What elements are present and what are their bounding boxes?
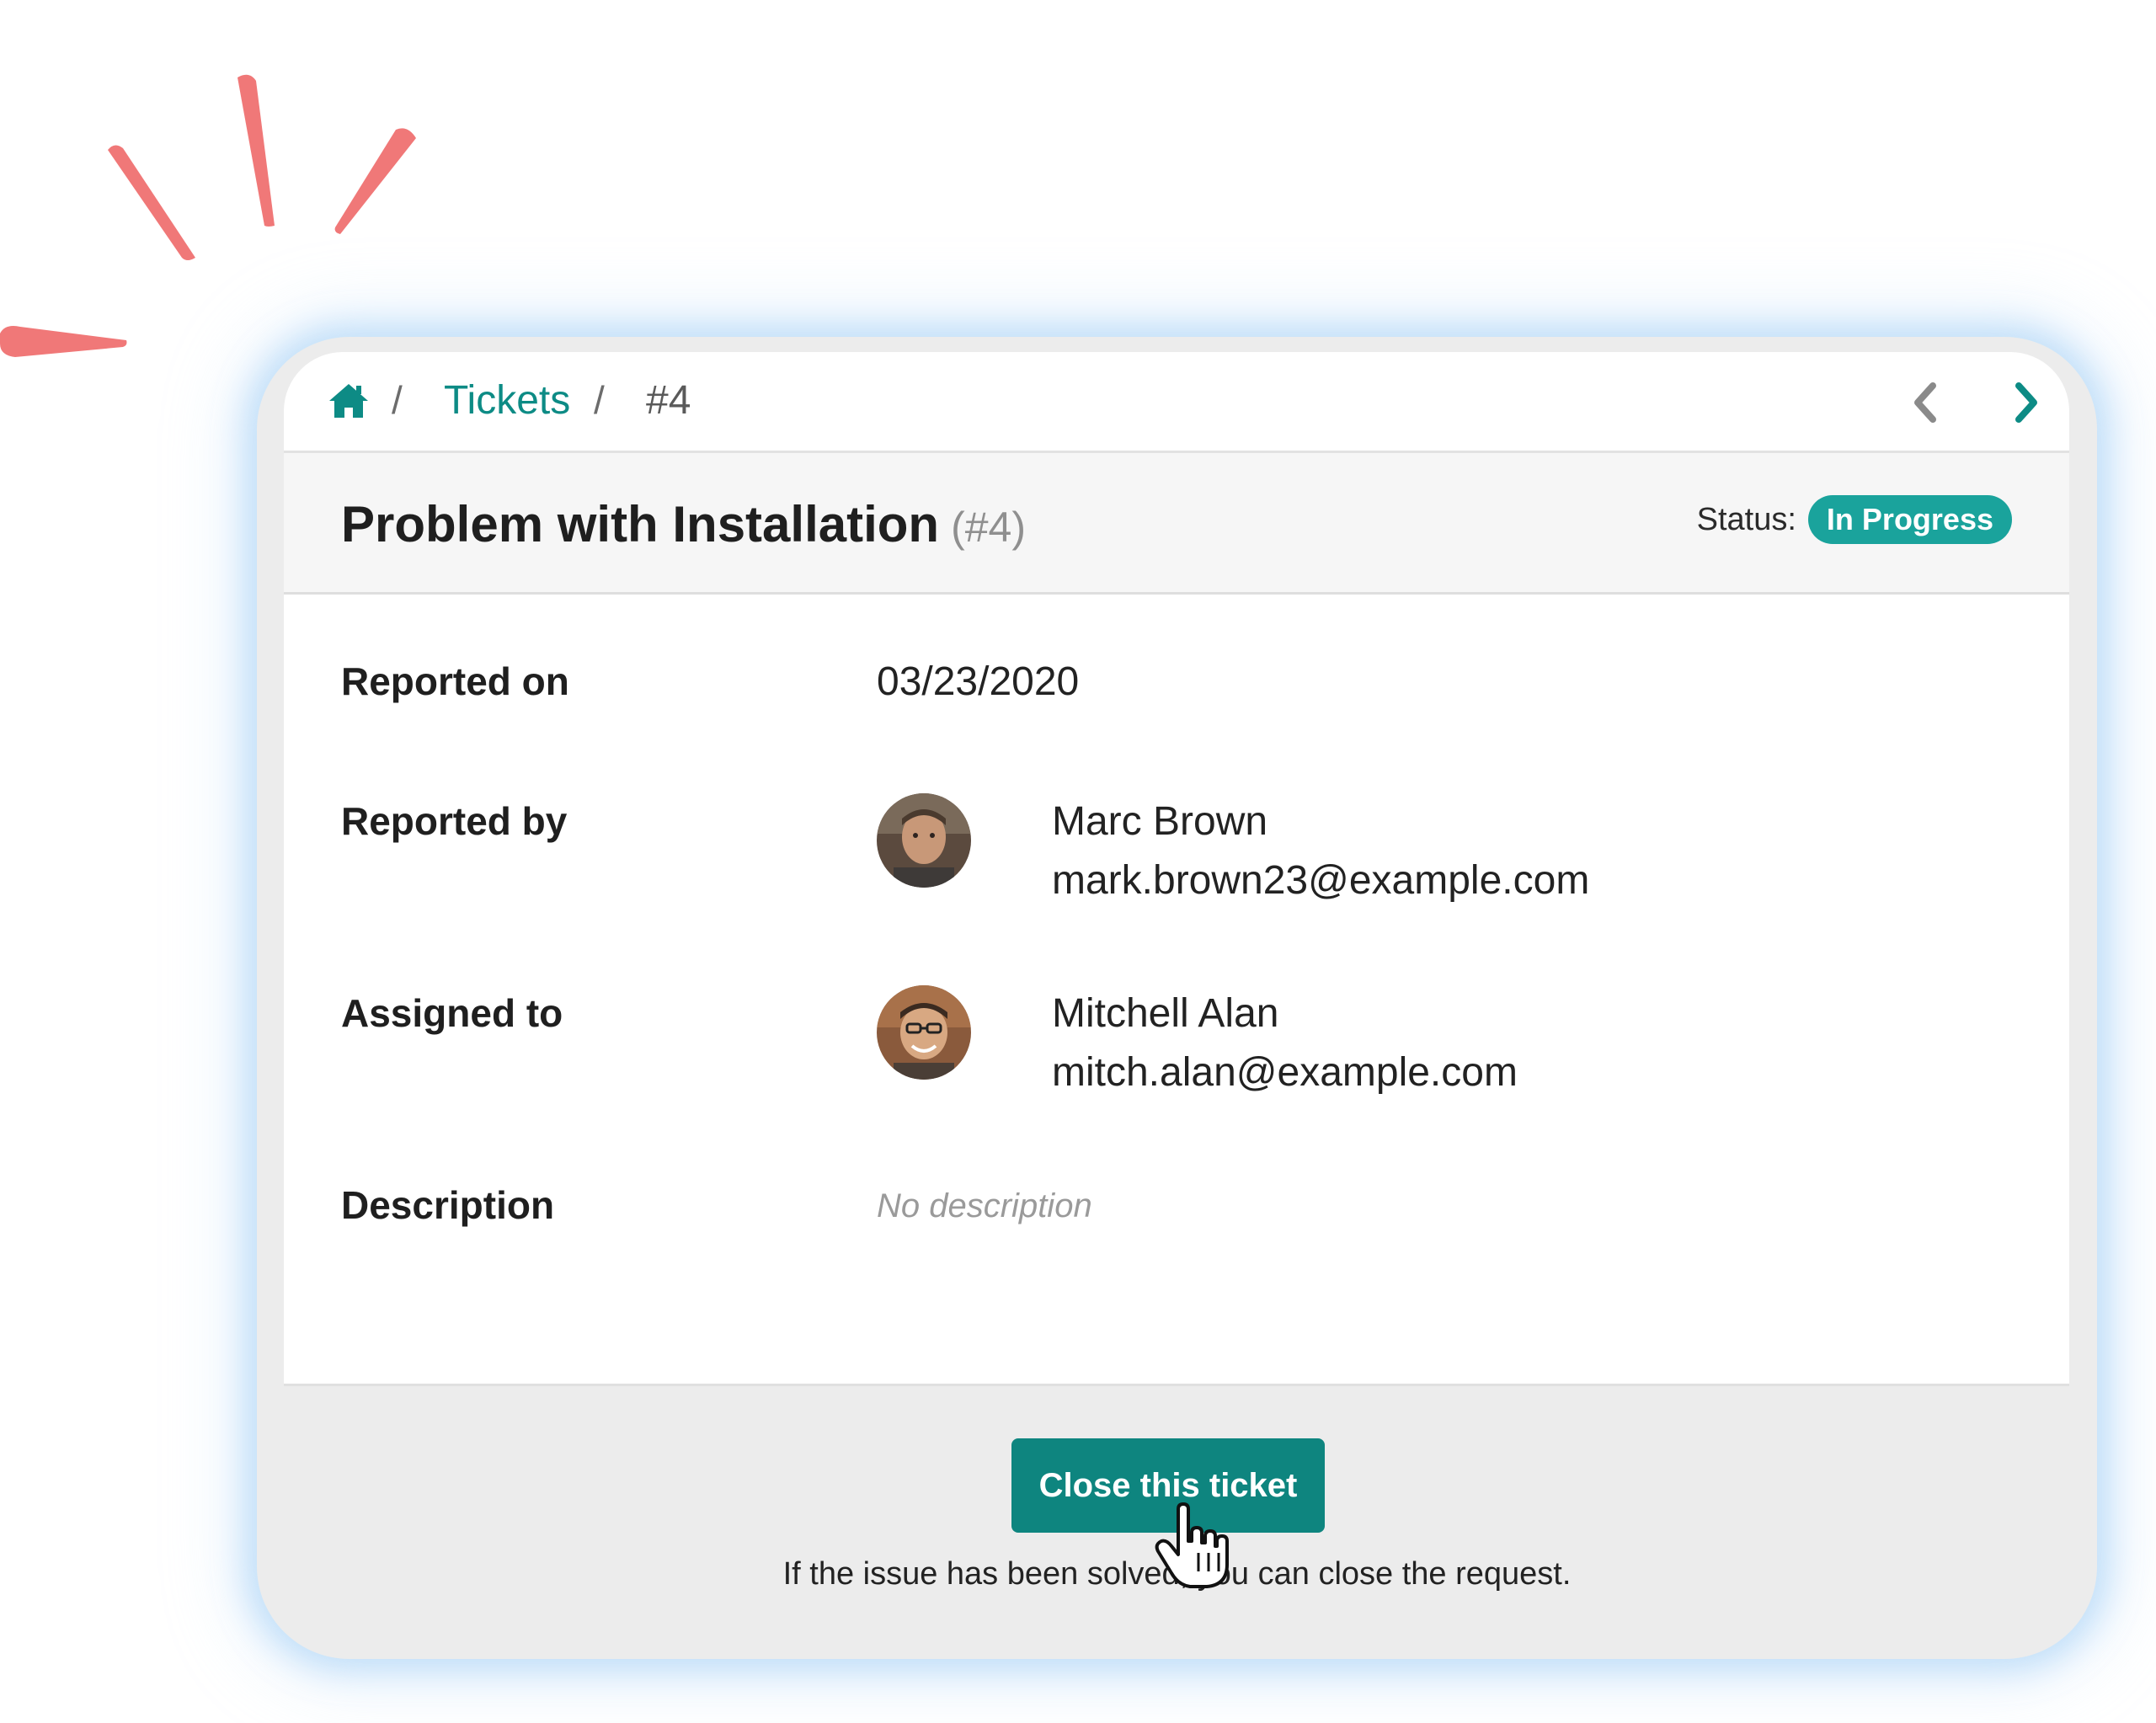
- breadcrumb-separator: /: [392, 378, 403, 422]
- breadcrumb-separator: /: [594, 378, 605, 422]
- avatar: [877, 793, 971, 888]
- description-label: Description: [341, 1183, 555, 1227]
- breadcrumb: / Tickets / #4: [284, 352, 2069, 453]
- description-value: No description: [877, 1187, 1092, 1224]
- ticket-number: (#4): [951, 504, 1026, 551]
- ticket-details: Reported on 03/23/2020 Reported by Marc …: [284, 595, 2069, 1386]
- reported-on-label: Reported on: [341, 659, 569, 703]
- page-title: Problem with Installation (#4): [341, 495, 1026, 553]
- assigned-to-label: Assigned to: [341, 991, 563, 1035]
- status: Status: In Progress: [1697, 495, 2012, 544]
- status-badge: In Progress: [1807, 495, 2012, 544]
- assignee-email[interactable]: mitch.alan@example.com: [1052, 1049, 1518, 1096]
- avatar: [877, 985, 971, 1080]
- reported-by-label: Reported by: [341, 799, 568, 843]
- status-label: Status:: [1696, 501, 1796, 537]
- assignee-name: Mitchell Alan: [1052, 991, 1279, 1036]
- chevron-left-icon[interactable]: [1903, 377, 1950, 428]
- hand-pointer-cursor-icon: [1155, 1502, 1229, 1588]
- home-icon[interactable]: [328, 382, 370, 419]
- ticket-header: Problem with Installation (#4) Status: In…: [284, 453, 2069, 595]
- reported-on-value: 03/23/2020: [877, 659, 1080, 704]
- chevron-right-icon[interactable]: [2002, 377, 2049, 428]
- ticket-card: / Tickets / #4 Problem with Installation…: [257, 337, 2097, 1659]
- reporter-name: Marc Brown: [1052, 799, 1268, 844]
- breadcrumb-tickets-link[interactable]: Tickets: [444, 377, 570, 424]
- ticket-title: Problem with Installation: [341, 496, 940, 552]
- breadcrumb-current: #4: [646, 378, 691, 423]
- reporter-email[interactable]: mark.brown23@example.com: [1052, 857, 1589, 904]
- decorative-burst: [0, 74, 416, 357]
